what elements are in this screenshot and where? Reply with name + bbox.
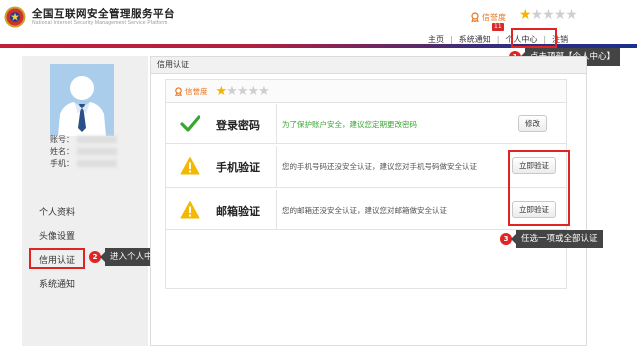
site-title: 全国互联网安全管理服务平台 — [32, 8, 175, 20]
verification-box: 信誉度 ★★★★★ 登录密码 为了保护账户安全，建议您定期更改密码 修改 手机验… — [165, 79, 567, 289]
nav-divider: | — [496, 34, 500, 44]
nav-system-notice[interactable]: 系统通知 — [459, 34, 491, 45]
highlight-verify-buttons — [508, 150, 570, 226]
name-label: 姓名： — [50, 147, 74, 156]
verify-name: 手机验证 — [216, 161, 260, 174]
masked-value — [77, 160, 117, 167]
highlight-personal-center — [511, 28, 557, 48]
police-emblem-logo — [4, 6, 26, 28]
medal-icon — [175, 86, 182, 96]
star-empty-icon: ★ — [258, 83, 270, 99]
account-label: 账号： — [50, 135, 74, 144]
credit-label: 信誉度 — [185, 86, 208, 96]
verify-row-phone: 手机验证 您的手机号码还没安全认证，建议您对手机号码做安全认证 立即验证 — [166, 146, 566, 188]
sidebar-item-notice[interactable]: 系统通知 — [22, 273, 148, 297]
masked-value — [77, 148, 117, 155]
star-empty-icon: ★ — [542, 7, 555, 23]
warning-icon — [180, 201, 200, 219]
verify-desc: 您的手机号码还没安全认证，建议您对手机号码做安全认证 — [282, 162, 477, 171]
star-filled-icon: ★ — [215, 83, 228, 99]
header-credit: 信誉度 — [470, 11, 506, 23]
phone-label: 手机： — [50, 159, 74, 168]
divider — [276, 190, 277, 230]
verify-name: 登录密码 — [216, 119, 260, 132]
medal-icon — [471, 12, 479, 22]
star-empty-icon: ★ — [226, 83, 238, 99]
check-icon — [180, 115, 200, 132]
divider — [276, 104, 277, 144]
nav-home[interactable]: 主页 — [428, 34, 444, 45]
modify-button[interactable]: 修改 — [518, 115, 547, 132]
star-empty-icon: ★ — [553, 7, 567, 23]
masked-value — [77, 136, 117, 143]
notification-badge: 11 — [492, 23, 504, 31]
highlight-credit-menu — [29, 248, 85, 269]
nav-divider: | — [450, 34, 453, 44]
sidebar-item-profile[interactable]: 个人资料 — [22, 201, 148, 225]
step-tip-3: 任选一项或全部认证 — [511, 230, 603, 248]
credit-rating: 信誉度 ★★★★★ — [166, 80, 566, 103]
divider — [276, 146, 277, 188]
account-info: 账号： 姓名： 手机： — [50, 134, 117, 170]
verify-desc: 为了保护账户安全，建议您定期更改密码 — [282, 120, 417, 129]
panel-title: 信用认证 — [151, 57, 586, 74]
star-empty-icon: ★ — [565, 7, 578, 23]
credit-label: 信誉度 — [482, 12, 506, 22]
verify-row-email: 邮箱验证 您的邮箱还没安全认证，建议您对邮箱做安全认证 立即验证 — [166, 190, 566, 230]
star-filled-icon: ★ — [519, 7, 532, 23]
verify-row-password: 登录密码 为了保护账户安全，建议您定期更改密码 修改 — [166, 104, 566, 144]
verify-desc: 您的邮箱还没安全认证，建议您对邮箱做安全认证 — [282, 206, 447, 215]
sidebar: 账号： 姓名： 手机： 个人资料 头像设置 信用认证 系统通知 — [22, 56, 148, 346]
credit-stars: ★★★★★ — [215, 83, 270, 99]
sidebar-item-avatar[interactable]: 头像设置 — [22, 225, 148, 249]
avatar — [50, 64, 114, 136]
verify-name: 邮箱验证 — [216, 205, 260, 218]
star-empty-icon: ★ — [530, 7, 544, 23]
star-empty-icon: ★ — [247, 83, 259, 99]
warning-icon — [180, 157, 200, 175]
star-empty-icon: ★ — [236, 83, 249, 99]
header-credit-stars: ★★★★★ — [519, 7, 578, 23]
site-subtitle: National Internet Security Management Se… — [32, 20, 168, 26]
